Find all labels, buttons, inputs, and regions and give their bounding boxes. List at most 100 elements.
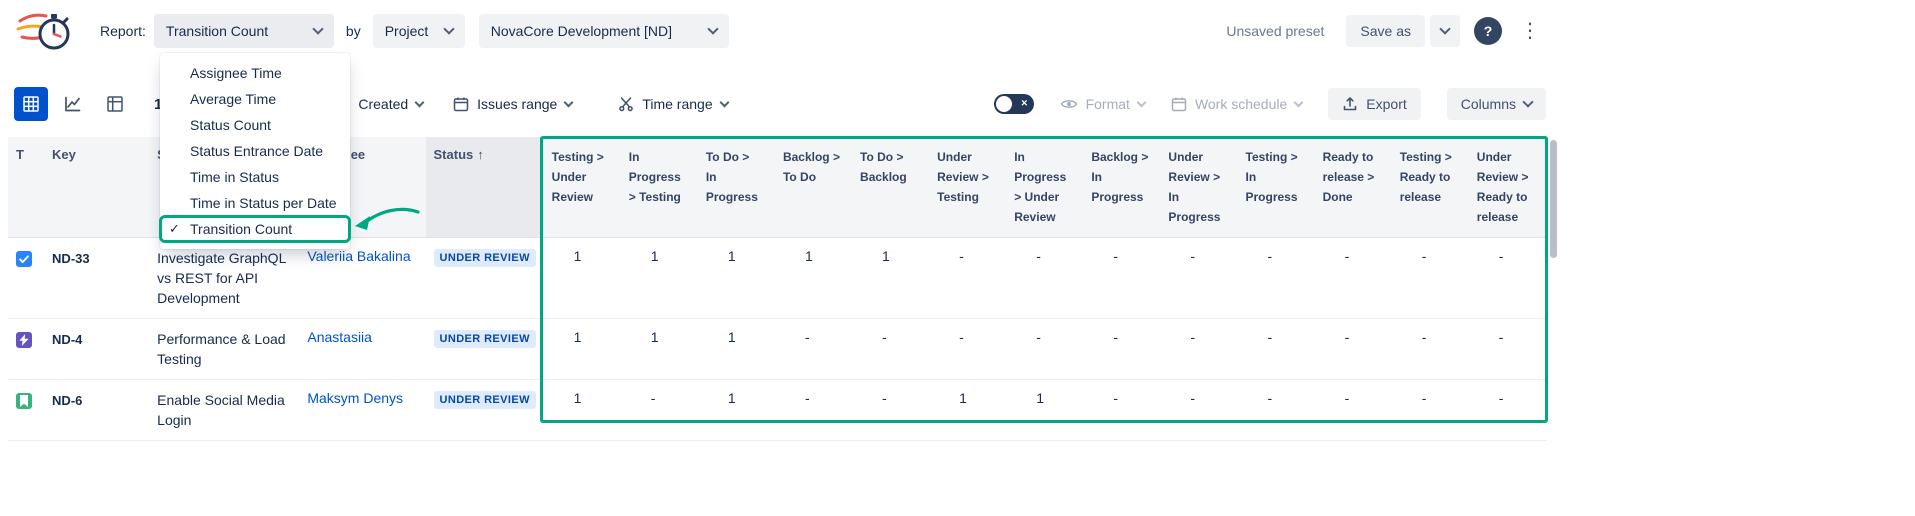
issue-summary: Performance & Load Testing [149, 318, 299, 379]
kebab-menu-icon: ⋮ [1520, 20, 1540, 42]
column-header-transition[interactable]: Ready to release > Done [1315, 137, 1392, 237]
calendar-range-icon [453, 96, 469, 112]
column-header-transition[interactable]: Under Review > Testing [929, 137, 1006, 237]
format-select[interactable]: Format [1060, 96, 1145, 112]
table-row: ND-4 Performance & Load Testing Anastasi… [8, 318, 1546, 379]
transition-count-cell: - [852, 318, 929, 379]
column-header-transition[interactable]: Under Review > Ready to release [1469, 137, 1546, 237]
chevron-down-icon [415, 97, 425, 107]
menu-item-label: Assignee Time [190, 65, 282, 81]
column-header-transition[interactable]: In Progress > Under Review [1006, 137, 1083, 237]
column-header-label: To Do > Backlog [860, 150, 907, 184]
assignee-link[interactable]: Valeriia Bakalina [307, 248, 410, 264]
time-range-icon [618, 96, 634, 112]
save-as-button[interactable]: Save as [1346, 15, 1425, 47]
issue-key: ND-33 [44, 237, 149, 318]
column-header-label: Status [434, 147, 474, 162]
column-header-transition[interactable]: Under Review > In Progress [1160, 137, 1237, 237]
work-schedule-select[interactable]: Work schedule [1171, 96, 1302, 112]
toggle-cross-icon: × [1021, 99, 1027, 110]
chart-view-button[interactable] [56, 87, 90, 121]
issue-type-cell [8, 237, 44, 318]
status-badge: UNDER REVIEW [434, 249, 536, 267]
menu-item-average-time[interactable]: Average Time [160, 86, 350, 112]
groupby-value: Project [385, 23, 429, 39]
epic-type-icon[interactable] [16, 332, 32, 348]
column-header-label: Testing > In Progress [1246, 150, 1298, 204]
sort-field-select[interactable]: Created [358, 96, 423, 112]
transition-count-cell: - [1238, 379, 1315, 440]
column-header-transition[interactable]: Testing > Ready to release [1392, 137, 1469, 237]
menu-item-time-in-status[interactable]: Time in Status [160, 164, 350, 190]
menu-item-transition-count[interactable]: ✓ Transition Count [160, 216, 350, 242]
column-header-transition[interactable]: Backlog > To Do [775, 137, 852, 237]
table-row: ND-33 Investigate GraphQL vs REST for AP… [8, 237, 1546, 318]
column-header-transition[interactable]: In Progress > Testing [621, 137, 698, 237]
sort-ascending-icon: ↑ [477, 147, 484, 162]
column-header-key[interactable]: Key [44, 137, 149, 237]
save-as-dropdown-button[interactable] [1430, 15, 1460, 47]
kebab-menu-button[interactable]: ⋮ [1516, 21, 1544, 41]
issue-type-cell [8, 318, 44, 379]
export-button[interactable]: Export [1328, 88, 1420, 120]
columns-button[interactable]: Columns [1447, 88, 1546, 120]
vertical-scrollbar[interactable] [1550, 140, 1557, 418]
issue-summary: Investigate GraphQL vs REST for API Deve… [149, 237, 299, 318]
chevron-down-icon [719, 97, 729, 107]
transition-count-cell: - [1469, 379, 1546, 440]
table-view-button[interactable] [14, 87, 48, 121]
groupby-select[interactable]: Project [373, 14, 465, 48]
issue-type-cell [8, 379, 44, 440]
report-label: Report: [100, 23, 146, 39]
transition-count-cell: - [1469, 237, 1546, 318]
transition-count-cell: - [929, 318, 1006, 379]
transition-count-cell: - [1006, 318, 1083, 379]
menu-item-status-count[interactable]: Status Count [160, 112, 350, 138]
transition-count-cell: - [1083, 379, 1160, 440]
scrollbar-thumb[interactable] [1550, 140, 1557, 258]
pivot-view-icon [106, 95, 124, 113]
transition-count-cell: - [1160, 379, 1237, 440]
column-header-label: Key [52, 147, 76, 162]
transition-count-cell: 1 [775, 237, 852, 318]
menu-item-status-entrance-date[interactable]: Status Entrance Date [160, 138, 350, 164]
story-type-icon[interactable] [16, 393, 32, 409]
stopwatch-logo-icon [16, 8, 74, 54]
transition-count-cell: - [1083, 318, 1160, 379]
transition-count-cell: - [852, 379, 929, 440]
column-header-transition[interactable]: Testing > Under Review [544, 137, 621, 237]
column-header-label: In Progress > Under Review [1014, 150, 1066, 224]
issues-range-select[interactable]: Issues range [453, 96, 572, 112]
transition-count-cell: 1 [544, 379, 621, 440]
menu-item-time-in-status-per-date[interactable]: Time in Status per Date [160, 190, 350, 216]
display-toggle[interactable]: × [994, 94, 1034, 114]
column-header-status[interactable]: Status↑ [426, 137, 544, 237]
transition-count-cell: - [1392, 379, 1469, 440]
assignee-link[interactable]: Anastasiia [307, 329, 372, 345]
column-header-label: Testing > Ready to release [1400, 150, 1452, 204]
time-range-select[interactable]: Time range [618, 96, 727, 112]
chevron-down-icon [1136, 97, 1146, 107]
column-header-type[interactable]: T [8, 137, 44, 237]
transition-count-cell: - [621, 379, 698, 440]
menu-item-label: Status Entrance Date [190, 143, 323, 159]
report-type-select[interactable]: Transition Count [154, 14, 334, 48]
report-type-menu: Assignee Time Average Time Status Count … [160, 53, 350, 249]
assignee-link[interactable]: Maksym Denys [307, 390, 403, 406]
column-header-transition[interactable]: To Do > Backlog [852, 137, 929, 237]
menu-item-assignee-time[interactable]: Assignee Time [160, 60, 350, 86]
work-schedule-label: Work schedule [1195, 96, 1287, 112]
column-header-transition[interactable]: To Do > In Progress [698, 137, 775, 237]
help-button[interactable]: ? [1474, 17, 1502, 45]
column-header-label: Under Review > Testing [937, 150, 989, 204]
transition-count-cell: - [1469, 318, 1546, 379]
transition-count-cell: - [1083, 237, 1160, 318]
chevron-down-icon [1522, 96, 1533, 107]
pivot-view-button[interactable] [98, 87, 132, 121]
column-header-transition[interactable]: Backlog > In Progress [1083, 137, 1160, 237]
column-header-transition[interactable]: Testing > In Progress [1238, 137, 1315, 237]
task-type-icon[interactable] [16, 251, 32, 267]
project-select[interactable]: NovaCore Development [ND] [479, 14, 729, 48]
column-header-label: Backlog > To Do [783, 150, 840, 184]
unsaved-preset-label: Unsaved preset [1226, 23, 1324, 39]
